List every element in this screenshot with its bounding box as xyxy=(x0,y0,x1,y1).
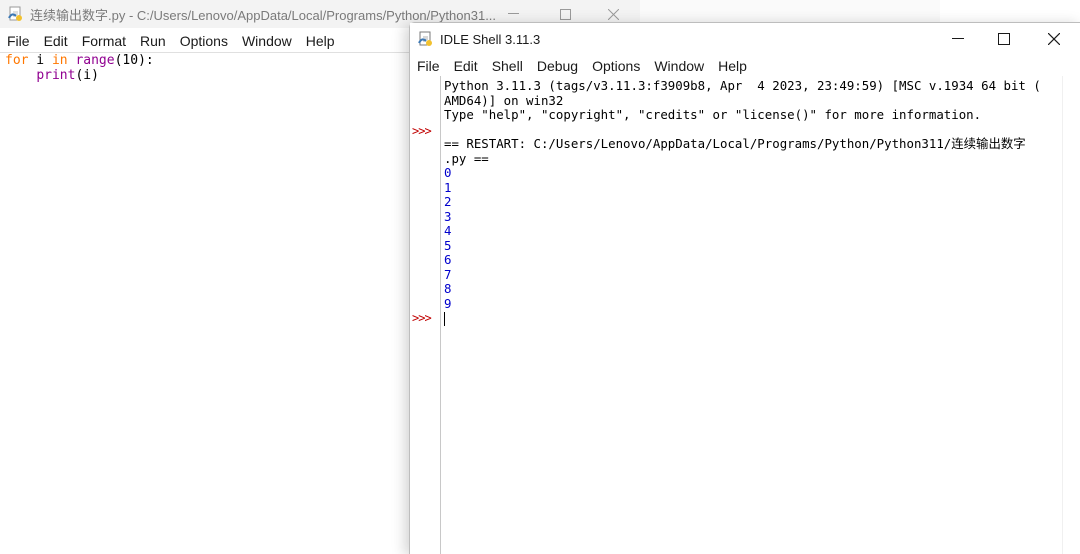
editor-menu-help[interactable]: Help xyxy=(299,33,342,49)
maximize-icon[interactable] xyxy=(981,23,1027,55)
shell-menu-bar: File Edit Shell Debug Options Window Hel… xyxy=(410,56,1080,76)
keyword-in: in xyxy=(51,53,68,68)
stdout-line: 0 xyxy=(444,165,452,180)
minimize-icon[interactable] xyxy=(935,23,981,55)
code-text: i xyxy=(28,53,52,68)
restart-line: .py == xyxy=(444,150,489,166)
stdout-line: 8 xyxy=(444,281,452,296)
shell-menu-edit[interactable]: Edit xyxy=(447,58,485,74)
close-icon[interactable] xyxy=(1031,23,1077,55)
shell-menu-file[interactable]: File xyxy=(410,58,447,74)
keyword-for: for xyxy=(5,53,29,68)
shell-scrollbar[interactable] xyxy=(1062,76,1080,554)
stdout-line: 5 xyxy=(444,237,452,253)
shell-menu-window[interactable]: Window xyxy=(647,58,711,74)
stdout-line: 6 xyxy=(444,252,452,267)
code-text: (10): xyxy=(114,53,154,68)
editor-menu-options[interactable]: Options xyxy=(173,33,235,49)
restart-line: == RESTART: C:/Users/Lenovo/AppData/Loca… xyxy=(444,136,1026,151)
shell-window-title: IDLE Shell 3.11.3 xyxy=(440,31,541,47)
banner-line: Type "help", "copyright", "credits" or "… xyxy=(444,107,982,122)
editor-menu-run[interactable]: Run xyxy=(133,33,173,49)
shell-title-bar[interactable]: IDLE Shell 3.11.3 xyxy=(410,23,1080,55)
editor-menu-format[interactable]: Format xyxy=(75,33,133,49)
builtin-print: print xyxy=(36,68,76,83)
shell-menu-shell[interactable]: Shell xyxy=(485,58,530,74)
editor-menu-window[interactable]: Window xyxy=(235,33,299,49)
shell-menu-debug[interactable]: Debug xyxy=(530,58,585,74)
text-cursor xyxy=(444,311,445,326)
shell-menu-help[interactable]: Help xyxy=(711,58,754,74)
background-window-strip xyxy=(640,0,940,22)
prompt-gutter: >>> >>> xyxy=(410,76,441,554)
stdout-line: 4 xyxy=(444,223,452,238)
python-idle-icon xyxy=(418,31,434,47)
shell-prompt: >>> xyxy=(412,311,432,325)
editor-menu-edit[interactable]: Edit xyxy=(37,33,75,49)
builtin-range: range xyxy=(75,53,115,68)
stdout-line: 1 xyxy=(444,179,452,195)
idle-shell-window: IDLE Shell 3.11.3 File Edit Shell Debug … xyxy=(409,22,1080,554)
shell-prompt: >>> xyxy=(412,124,432,138)
shell-menu-options[interactable]: Options xyxy=(585,58,647,74)
stdout-line: 7 xyxy=(444,266,452,282)
editor-menu-file[interactable]: File xyxy=(0,33,37,49)
banner-line: Python 3.11.3 (tags/v3.11.3:f3909b8, Apr… xyxy=(444,78,1041,93)
python-idle-icon xyxy=(8,6,24,22)
stdout-line: 3 xyxy=(444,208,452,224)
stdout-line: 2 xyxy=(444,194,452,209)
stdout-line: 9 xyxy=(444,295,452,311)
editor-window-title: 连续输出数字.py - C:/Users/Lenovo/AppData/Loca… xyxy=(30,7,497,23)
code-text: (i) xyxy=(75,68,99,83)
banner-line: AMD64)] on win32 xyxy=(444,92,564,108)
shell-output-area[interactable]: Python 3.11.3 (tags/v3.11.3:f3909b8, Apr… xyxy=(444,78,1075,554)
input-line[interactable] xyxy=(444,311,1075,326)
